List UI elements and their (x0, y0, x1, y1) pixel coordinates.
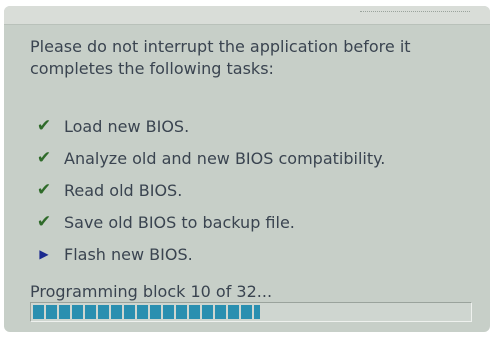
title-bar-decoration (360, 11, 470, 18)
task-item-load-bios: ✔ Load new BIOS. (32, 110, 472, 142)
task-label: Analyze old and new BIOS compatibility. (64, 148, 386, 168)
task-item-save-backup: ✔ Save old BIOS to backup file. (32, 206, 472, 238)
task-label: Save old BIOS to backup file. (64, 212, 295, 232)
task-label: Read old BIOS. (64, 180, 183, 200)
check-icon: ✔ (36, 116, 52, 136)
progress-bar (30, 302, 472, 322)
check-icon: ✔ (36, 180, 52, 200)
intro-message: Please do not interrupt the application … (30, 37, 411, 78)
task-item-flash-bios: ▶ Flash new BIOS. (32, 238, 472, 270)
arrow-icon: ▶ (39, 247, 49, 261)
status-text: Programming block 10 of 32... (30, 282, 273, 301)
check-icon: ✔ (36, 212, 52, 232)
check-icon: ✔ (36, 148, 52, 168)
title-bar (4, 6, 490, 25)
task-label: Load new BIOS. (64, 116, 190, 136)
task-item-read-bios: ✔ Read old BIOS. (32, 174, 472, 206)
bios-flash-dialog: Please do not interrupt the application … (4, 6, 490, 332)
task-item-analyze-compatibility: ✔ Analyze old and new BIOS compatibility… (32, 142, 472, 174)
task-list: ✔ Load new BIOS. ✔ Analyze old and new B… (32, 110, 472, 270)
task-label: Flash new BIOS. (64, 244, 193, 264)
progress-fill (33, 305, 260, 319)
